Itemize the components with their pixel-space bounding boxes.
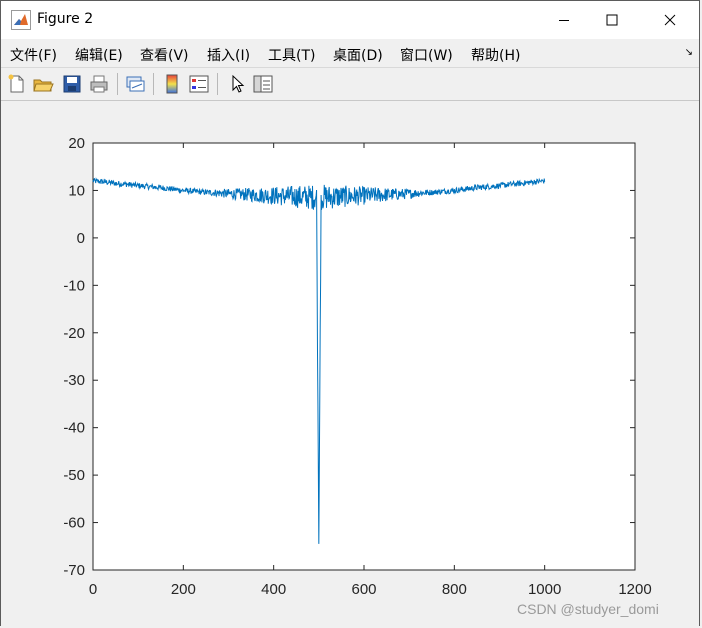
axes-box (92, 142, 636, 571)
menu-view[interactable]: 查看(V) (140, 45, 189, 65)
y-tick-label: -30 (63, 372, 85, 389)
y-tick-label: 20 (68, 135, 85, 152)
x-tick-label: 800 (442, 581, 467, 598)
y-tick-label: -20 (63, 325, 85, 342)
matlab-icon (11, 10, 31, 30)
print-icon[interactable] (88, 73, 110, 95)
menu-desktop[interactable]: 桌面(D) (333, 45, 383, 65)
y-tick-label: -50 (63, 467, 85, 484)
open-file-icon[interactable] (32, 73, 54, 95)
toolbar-separator (217, 73, 218, 95)
menu-edit[interactable]: 编辑(E) (75, 45, 123, 65)
menubar-expand-icon[interactable]: ↘ (685, 47, 693, 58)
y-tick-label: -60 (63, 515, 85, 532)
minimize-icon (559, 20, 569, 21)
y-tick-label: 10 (68, 182, 85, 199)
figure-canvas[interactable]: 0 200 400 600 800 1000 1200 20 10 0 -10 -20 -30 -40 -5… (1, 101, 699, 627)
y-tick-label: -10 (63, 277, 85, 294)
x-tick-label: 200 (171, 581, 196, 598)
save-icon[interactable] (61, 73, 83, 95)
y-tick-label: 0 (77, 230, 85, 247)
x-tick-label: 600 (351, 581, 376, 598)
minimize-button[interactable] (541, 1, 587, 39)
link-plot-icon[interactable] (124, 73, 146, 95)
x-tick-label: 1000 (528, 581, 561, 598)
colorbar-icon[interactable] (161, 73, 183, 95)
toolbar-separator (117, 73, 118, 95)
menu-help[interactable]: 帮助(H) (471, 45, 520, 65)
menu-window[interactable]: 窗口(W) (400, 45, 453, 65)
legend-icon[interactable] (188, 73, 210, 95)
menu-bar: 文件(F) 编辑(E) 查看(V) 插入(I) 工具(T) 桌面(D) 窗口(W… (1, 39, 699, 67)
figure-window: Figure 2 文件(F) 编辑(E) 查看(V) 插入(I) 工具(T) 桌… (0, 0, 700, 627)
new-figure-icon[interactable] (6, 73, 28, 95)
x-tick-label: 1200 (618, 581, 651, 598)
title-bar[interactable]: Figure 2 (1, 1, 699, 39)
property-inspector-icon[interactable] (252, 73, 274, 95)
x-tick-label: 400 (261, 581, 286, 598)
line-plot: 0 200 400 600 800 1000 1200 20 10 0 -10 -20 -30 -40 -5… (63, 135, 651, 598)
close-button[interactable] (647, 1, 693, 39)
maximize-button[interactable] (589, 1, 635, 39)
x-tick-label: 0 (89, 581, 97, 598)
window-title: Figure 2 (37, 11, 94, 27)
menu-file[interactable]: 文件(F) (10, 45, 57, 65)
y-tick-label: -70 (63, 562, 85, 579)
toolbar-separator (153, 73, 154, 95)
menu-insert[interactable]: 插入(I) (207, 45, 250, 65)
pointer-icon[interactable] (226, 73, 248, 95)
y-tick-label: -40 (63, 420, 85, 437)
close-icon (664, 14, 676, 26)
watermark: CSDN @studyer_domi (517, 601, 659, 617)
maximize-icon (606, 14, 618, 26)
menu-tools[interactable]: 工具(T) (268, 45, 315, 65)
toolbar (1, 67, 699, 101)
